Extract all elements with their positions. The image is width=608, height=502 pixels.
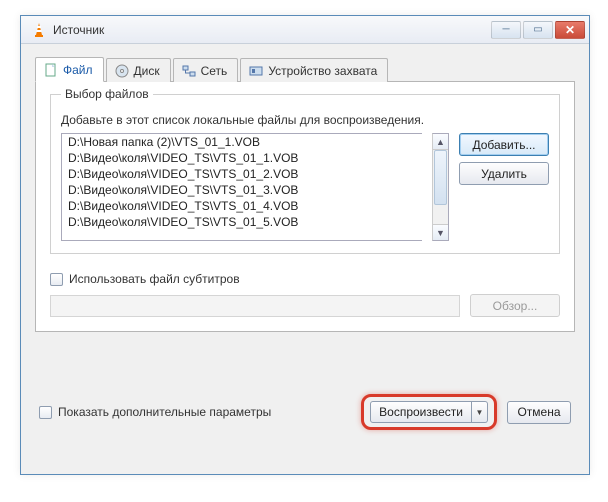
play-button[interactable]: Воспроизвести xyxy=(370,401,472,423)
tab-file[interactable]: Файл xyxy=(35,57,104,82)
tab-network[interactable]: Сеть xyxy=(173,58,239,82)
tab-label: Файл xyxy=(63,63,93,77)
add-button[interactable]: Добавить... xyxy=(459,133,549,156)
window-title: Источник xyxy=(53,23,491,37)
scroll-track[interactable] xyxy=(433,150,448,224)
scrollbar[interactable]: ▲ ▼ xyxy=(432,133,449,241)
capture-icon xyxy=(249,64,263,78)
play-split-button[interactable]: Воспроизвести ▼ xyxy=(370,401,488,423)
scroll-up-icon[interactable]: ▲ xyxy=(433,134,448,150)
list-item[interactable]: D:\Видео\коля\VIDEO_TS\VTS_01_4.VOB xyxy=(62,198,422,214)
file-selection-group: Выбор файлов Добавьте в этот список лока… xyxy=(50,94,560,254)
browse-button: Обзор... xyxy=(470,294,560,317)
list-item[interactable]: D:\Новая папка (2)\VTS_01_1.VOB xyxy=(62,134,422,150)
tab-panel: Выбор файлов Добавьте в этот список лока… xyxy=(35,82,575,332)
subtitle-checkbox-row[interactable]: Использовать файл субтитров xyxy=(50,272,560,286)
tab-label: Сеть xyxy=(201,64,228,78)
group-description: Добавьте в этот список локальные файлы д… xyxy=(61,113,549,127)
list-item[interactable]: D:\Видео\коля\VIDEO_TS\VTS_01_3.VOB xyxy=(62,182,422,198)
scroll-thumb[interactable] xyxy=(434,150,447,205)
subtitle-checkbox-label: Использовать файл субтитров xyxy=(69,272,240,286)
subtitle-path-input xyxy=(50,295,460,317)
play-button-highlight: Воспроизвести ▼ xyxy=(361,394,497,430)
scroll-down-icon[interactable]: ▼ xyxy=(433,224,448,240)
checkbox-icon[interactable] xyxy=(39,406,52,419)
tab-capture[interactable]: Устройство захвата xyxy=(240,58,388,82)
cancel-button[interactable]: Отмена xyxy=(507,401,571,424)
play-dropdown-icon[interactable]: ▼ xyxy=(472,401,488,423)
advanced-checkbox-label: Показать дополнительные параметры xyxy=(58,405,271,419)
list-item[interactable]: D:\Видео\коля\VIDEO_TS\VTS_01_5.VOB xyxy=(62,214,422,230)
list-item[interactable]: D:\Видео\коля\VIDEO_TS\VTS_01_2.VOB xyxy=(62,166,422,182)
group-title: Выбор файлов xyxy=(61,87,153,101)
advanced-checkbox-row[interactable]: Показать дополнительные параметры xyxy=(39,405,271,419)
remove-button[interactable]: Удалить xyxy=(459,162,549,185)
tab-label: Устройство захвата xyxy=(268,64,377,78)
network-icon xyxy=(182,64,196,78)
maximize-button[interactable]: ▭ xyxy=(523,21,553,39)
file-icon xyxy=(44,63,58,77)
vlc-icon xyxy=(31,22,47,38)
disc-icon xyxy=(115,64,129,78)
checkbox-icon[interactable] xyxy=(50,273,63,286)
minimize-button[interactable]: ─ xyxy=(491,21,521,39)
close-button[interactable]: ✕ xyxy=(555,21,585,39)
tab-disc[interactable]: Диск xyxy=(106,58,171,82)
file-list[interactable]: D:\Новая папка (2)\VTS_01_1.VOB D:\Видео… xyxy=(61,133,422,241)
list-item[interactable]: D:\Видео\коля\VIDEO_TS\VTS_01_1.VOB xyxy=(62,150,422,166)
tab-bar: Файл Диск Сеть Устройство захвата xyxy=(35,56,575,82)
tab-label: Диск xyxy=(134,64,160,78)
dialog-window: Источник ─ ▭ ✕ Файл Диск Сеть Устройство… xyxy=(20,15,590,475)
titlebar[interactable]: Источник ─ ▭ ✕ xyxy=(21,16,589,44)
